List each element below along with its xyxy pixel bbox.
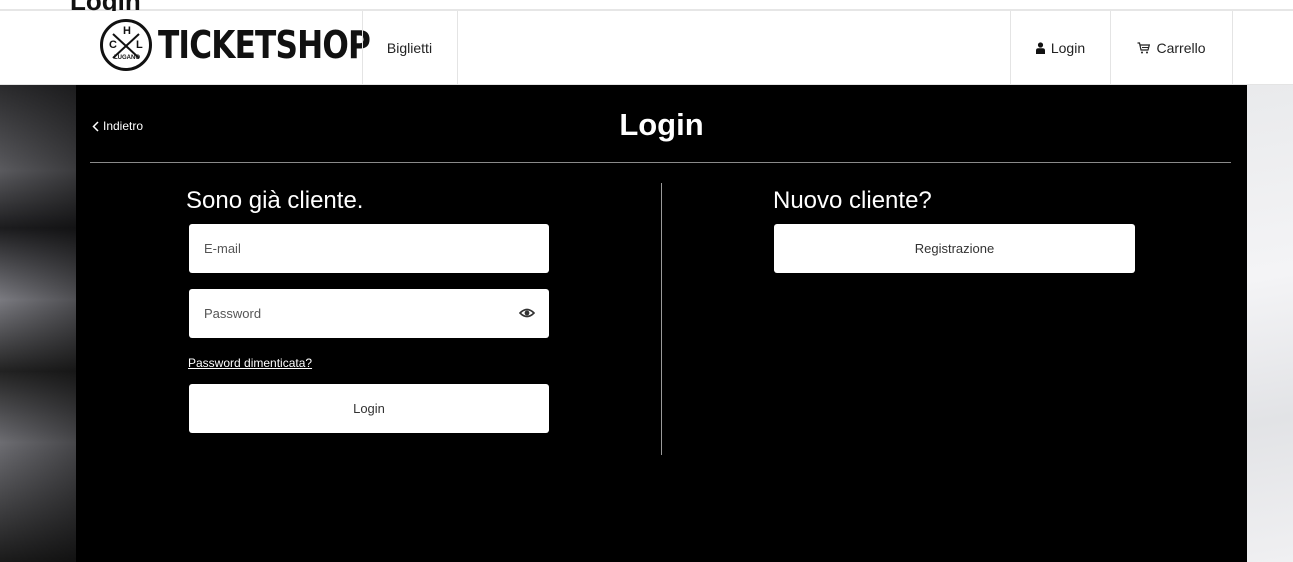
email-field[interactable] bbox=[189, 224, 549, 273]
header-cart-link[interactable]: Carrello bbox=[1111, 11, 1232, 84]
hcl-badge-icon: H C L LUGANO bbox=[100, 19, 152, 71]
header-login-label: Login bbox=[1050, 39, 1086, 56]
nav-divider bbox=[1232, 11, 1233, 84]
eye-icon[interactable] bbox=[519, 306, 535, 320]
password-field[interactable] bbox=[189, 289, 549, 338]
background-photo-right bbox=[1247, 85, 1293, 562]
email-input[interactable] bbox=[204, 241, 504, 256]
title-divider bbox=[90, 162, 1231, 163]
existing-customer-heading: Sono già cliente. bbox=[186, 187, 364, 214]
password-input[interactable] bbox=[204, 306, 504, 321]
login-button[interactable]: Login bbox=[189, 384, 549, 433]
new-customer-heading: Nuovo cliente? bbox=[773, 187, 932, 214]
nav-item-label: Biglietti bbox=[386, 39, 433, 56]
background-photo-left bbox=[0, 85, 76, 562]
cart-icon bbox=[1137, 41, 1151, 53]
register-button-label: Registrazione bbox=[914, 241, 995, 256]
login-button-label: Login bbox=[353, 401, 385, 416]
nav-item-biglietti[interactable]: Biglietti bbox=[362, 11, 457, 84]
header-login-link[interactable]: Login bbox=[1011, 11, 1110, 84]
forgot-password-link[interactable]: Password dimenticata? bbox=[188, 356, 312, 370]
header-cart-label: Carrello bbox=[1156, 39, 1206, 56]
column-divider bbox=[661, 183, 662, 455]
user-icon bbox=[1035, 41, 1045, 54]
login-panel: Indietro Login Sono già cliente. Passwor… bbox=[76, 85, 1247, 562]
register-button[interactable]: Registrazione bbox=[774, 224, 1135, 273]
crossed-sticks-icon bbox=[112, 33, 140, 59]
brand-name: TICKETSHOP bbox=[158, 23, 371, 67]
page-title: Login bbox=[619, 107, 704, 142]
nav-divider bbox=[457, 11, 458, 84]
site-header: H C L LUGANO TICKETSHOP Biglietti Login bbox=[0, 11, 1293, 85]
